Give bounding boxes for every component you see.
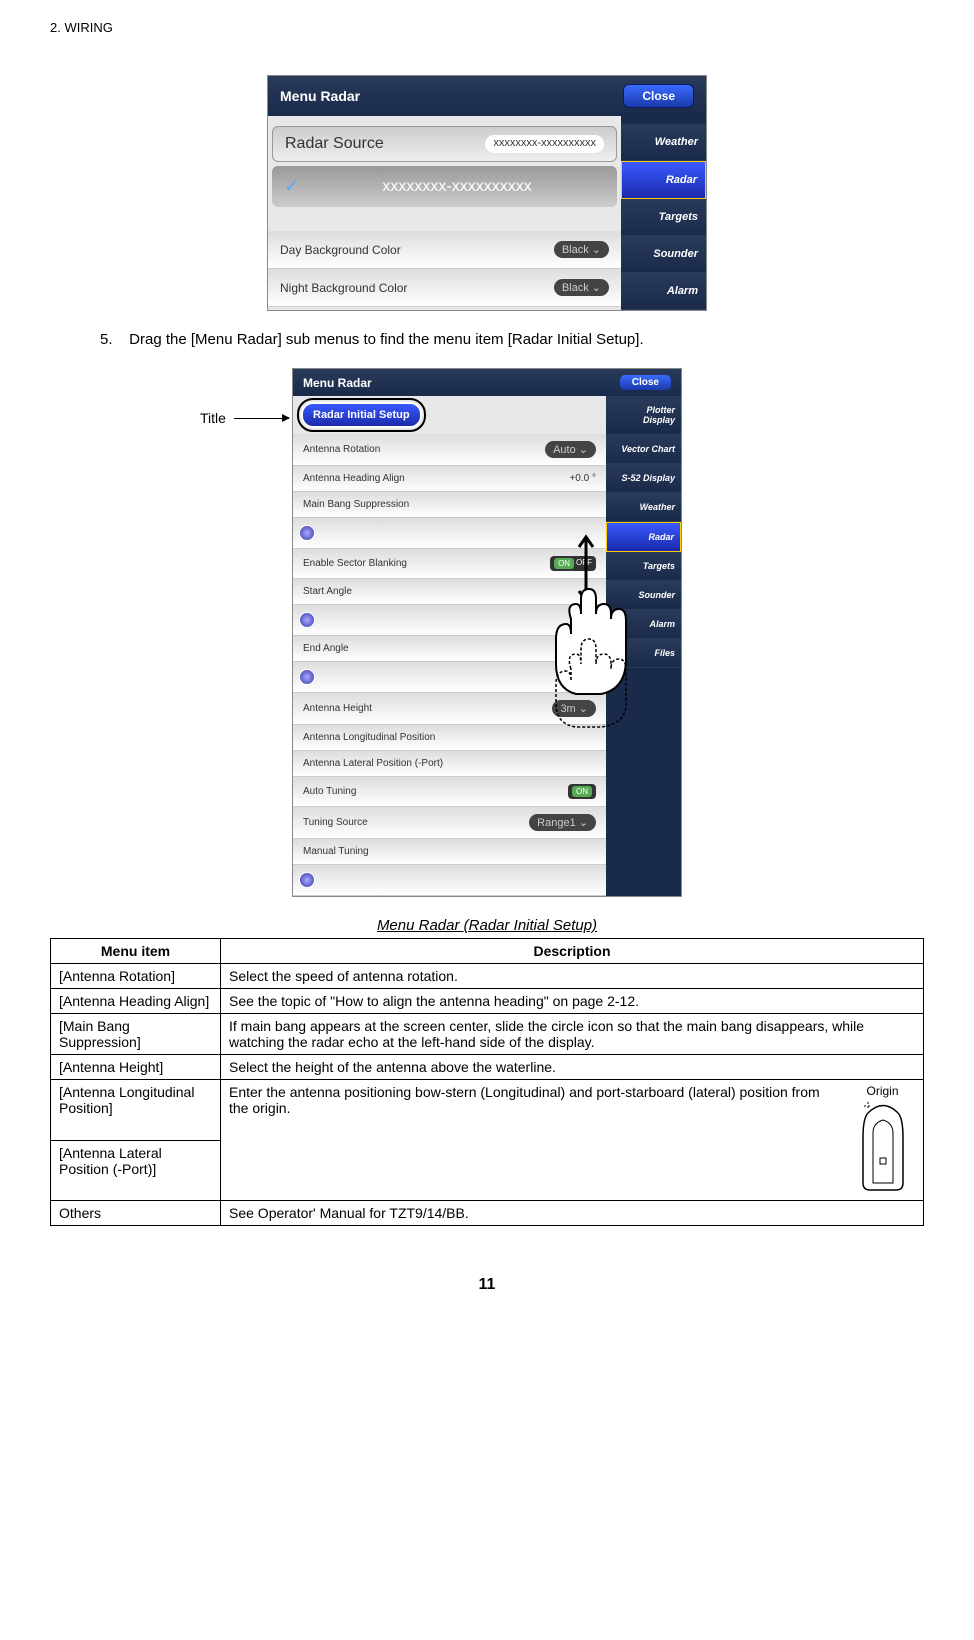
radar-source-row[interactable]: Radar Source xxxxxxxx-xxxxxxxxxx	[272, 126, 617, 162]
night-bg-label: Night Background Color	[280, 281, 407, 295]
table-row: [Antenna Heading Align] See the topic of…	[51, 989, 924, 1014]
slider-knob-icon	[299, 872, 315, 888]
table-caption: Menu Radar (Radar Initial Setup)	[50, 917, 924, 934]
main-bang-label: Main Bang Suppression	[303, 499, 409, 510]
sector-blank-label: Enable Sector Blanking	[303, 558, 407, 569]
tab-weather[interactable]: Weather	[621, 124, 706, 161]
cell-desc: See the topic of "How to align the anten…	[221, 989, 924, 1014]
radar-source-value: xxxxxxxx-xxxxxxxxxx	[485, 135, 604, 153]
tuning-source-row[interactable]: Tuning Source Range1 ⌄	[293, 807, 606, 839]
heading-align-label: Antenna Heading Align	[303, 473, 405, 484]
slider-knob-icon	[299, 669, 315, 685]
night-bg-value: Black ⌄	[554, 279, 609, 296]
cell-item: [Main Bang Suppression]	[51, 1014, 221, 1055]
cell-desc: See Operator' Manual for TZT9/14/BB.	[221, 1201, 924, 1226]
night-bg-row[interactable]: Night Background Color Black ⌄	[268, 269, 621, 307]
start-angle-label: Start Angle	[303, 586, 352, 597]
tuning-source-value: Range1 ⌄	[529, 814, 596, 831]
step-5-num: 5.	[100, 331, 125, 348]
manual-tuning-slider[interactable]	[293, 865, 606, 896]
tab-targets[interactable]: Targets	[621, 199, 706, 236]
close-button[interactable]: Close	[623, 84, 694, 108]
check-icon: ✓	[284, 176, 299, 197]
manual-tuning-row[interactable]: Manual Tuning	[293, 839, 606, 865]
cell-desc: Select the height of the antenna above t…	[221, 1055, 924, 1080]
panel1-title: Menu Radar	[280, 88, 360, 104]
slider-knob-icon	[299, 612, 315, 628]
radar-initial-setup-title: Radar Initial Setup	[301, 402, 422, 428]
cell-desc: If main bang appears at the screen cente…	[221, 1014, 924, 1055]
manual-tuning-label: Manual Tuning	[303, 846, 369, 857]
panel2-title-bar: Menu Radar Close	[293, 369, 681, 396]
panel1-title-bar: Menu Radar Close	[268, 76, 706, 116]
lat-pos-label: Antenna Lateral Position (-Port)	[303, 758, 443, 769]
table-row: Others See Operator' Manual for TZT9/14/…	[51, 1201, 924, 1226]
cell-item: [Antenna Longitudinal Position]	[51, 1080, 221, 1141]
th-description: Description	[221, 939, 924, 964]
tab-radar[interactable]: Radar	[621, 161, 706, 199]
th-menu-item: Menu item	[51, 939, 221, 964]
day-bg-label: Day Background Color	[280, 243, 401, 257]
tuning-source-label: Tuning Source	[303, 817, 368, 828]
cell-desc: Select the speed of antenna rotation.	[221, 964, 924, 989]
combined-desc-text: Enter the antenna positioning bow-stern …	[229, 1084, 840, 1116]
tab-plotter[interactable]: Plotter Display	[606, 396, 681, 435]
heading-align-value: +0.0 °	[569, 473, 596, 484]
figure1: Menu Radar Close Radar Source xxxxxxxx-x…	[50, 75, 924, 311]
step-5-text: Drag the [Menu Radar] sub menus to find …	[129, 331, 643, 348]
origin-diagram: Origin	[850, 1084, 915, 1196]
step-5: 5. Drag the [Menu Radar] sub menus to fi…	[100, 331, 904, 348]
lat-pos-row[interactable]: Antenna Lateral Position (-Port)	[293, 751, 606, 777]
section-header: 2. WIRING	[50, 20, 924, 35]
title-pointer: Title	[200, 410, 289, 426]
close-button-2[interactable]: Close	[620, 375, 671, 390]
main-bang-row[interactable]: Main Bang Suppression	[293, 492, 606, 518]
auto-tuning-row[interactable]: Auto Tuning ON	[293, 777, 606, 807]
side-tabs-1: Weather Radar Targets Sounder Alarm	[621, 116, 706, 310]
page-number: 11	[50, 1276, 924, 1294]
long-pos-label: Antenna Longitudinal Position	[303, 732, 435, 743]
menu-panel-2: Menu Radar Close Radar Initial Setup Ant…	[292, 368, 682, 897]
boat-icon	[858, 1098, 908, 1193]
tab-weather2[interactable]: Weather	[606, 493, 681, 522]
figure2: Title Menu Radar Close Radar Initial Set…	[50, 368, 924, 897]
table-row: [Antenna Rotation] Select the speed of a…	[51, 964, 924, 989]
table-row: [Main Bang Suppression] If main bang app…	[51, 1014, 924, 1055]
antenna-rotation-value: Auto ⌄	[545, 441, 596, 458]
checked-row[interactable]: ✓ xxxxxxxx-xxxxxxxxxx	[272, 166, 617, 207]
arrow-icon	[234, 418, 289, 419]
cell-item: [Antenna Rotation]	[51, 964, 221, 989]
origin-label: Origin	[850, 1084, 915, 1098]
day-bg-value: Black ⌄	[554, 241, 609, 258]
table-row: [Antenna Longitudinal Position] Enter th…	[51, 1080, 924, 1141]
cell-desc-combined: Enter the antenna positioning bow-stern …	[221, 1080, 924, 1201]
on-toggle[interactable]: ON	[568, 784, 596, 799]
antenna-height-label: Antenna Height	[303, 703, 372, 714]
cell-item: [Antenna Heading Align]	[51, 989, 221, 1014]
antenna-rotation-row[interactable]: Antenna Rotation Auto ⌄	[293, 434, 606, 466]
antenna-rotation-label: Antenna Rotation	[303, 444, 380, 455]
menu-panel-1: Menu Radar Close Radar Source xxxxxxxx-x…	[267, 75, 707, 311]
day-bg-row[interactable]: Day Background Color Black ⌄	[268, 231, 621, 269]
hand-drag-icon	[521, 529, 651, 729]
table-row: [Antenna Height] Select the height of th…	[51, 1055, 924, 1080]
auto-tuning-label: Auto Tuning	[303, 786, 356, 797]
tab-vector[interactable]: Vector Chart	[606, 435, 681, 464]
title-label: Title	[200, 410, 226, 426]
slider-knob-icon	[299, 525, 315, 541]
tab-alarm[interactable]: Alarm	[621, 273, 706, 310]
end-angle-label: End Angle	[303, 643, 349, 654]
tab-sounder[interactable]: Sounder	[621, 236, 706, 273]
panel2-title: Menu Radar	[303, 376, 372, 390]
menu-description-table: Menu item Description [Antenna Rotation]…	[50, 938, 924, 1226]
tab-s52[interactable]: S-52 Display	[606, 464, 681, 493]
cell-item: Others	[51, 1201, 221, 1226]
heading-align-row[interactable]: Antenna Heading Align +0.0 °	[293, 466, 606, 492]
radar-source-label: Radar Source	[285, 135, 384, 153]
cell-item: [Antenna Lateral Position (-Port)]	[51, 1140, 221, 1201]
cell-item: [Antenna Height]	[51, 1055, 221, 1080]
checked-value: xxxxxxxx-xxxxxxxxxx	[309, 178, 605, 196]
